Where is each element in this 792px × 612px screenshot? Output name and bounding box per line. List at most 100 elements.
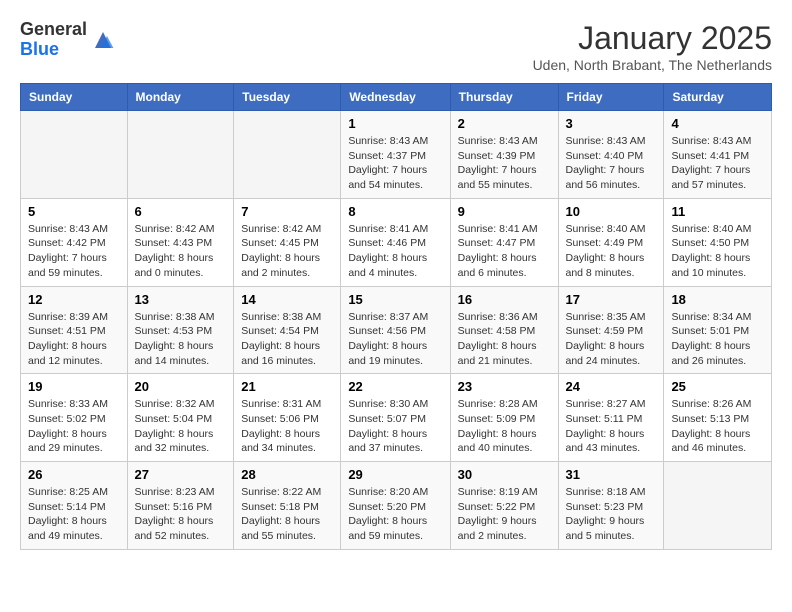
day-number: 17 bbox=[566, 292, 657, 307]
calendar-cell: 8 Sunrise: 8:41 AM Sunset: 4:46 PM Daylig… bbox=[341, 198, 450, 286]
day-info: Sunrise: 8:22 AM Sunset: 5:18 PM Dayligh… bbox=[241, 485, 333, 544]
calendar-cell: 17 Sunrise: 8:35 AM Sunset: 4:59 PM Dayli… bbox=[558, 286, 664, 374]
day-info: Sunrise: 8:26 AM Sunset: 5:13 PM Dayligh… bbox=[671, 397, 764, 456]
calendar-week-4: 19 Sunrise: 8:33 AM Sunset: 5:02 PM Dayli… bbox=[21, 374, 772, 462]
header-friday: Friday bbox=[558, 84, 664, 111]
day-info: Sunrise: 8:28 AM Sunset: 5:09 PM Dayligh… bbox=[458, 397, 551, 456]
calendar-cell: 11Sunrise: 8:40 AM Sunset: 4:50 PM Dayli… bbox=[664, 198, 772, 286]
calendar-cell: 20 Sunrise: 8:32 AM Sunset: 5:04 PM Dayli… bbox=[127, 374, 234, 462]
day-info: Sunrise: 8:19 AM Sunset: 5:22 PM Dayligh… bbox=[458, 485, 551, 544]
day-info: Sunrise: 8:27 AM Sunset: 5:11 PM Dayligh… bbox=[566, 397, 657, 456]
day-info: Sunrise: 8:39 AM Sunset: 4:51 PM Dayligh… bbox=[28, 310, 120, 369]
calendar-cell: 2 Sunrise: 8:43 AM Sunset: 4:39 PM Daylig… bbox=[450, 111, 558, 199]
day-number: 12 bbox=[28, 292, 120, 307]
day-number: 8 bbox=[348, 204, 442, 219]
header-wednesday: Wednesday bbox=[341, 84, 450, 111]
day-info: Sunrise: 8:42 AM Sunset: 4:45 PM Dayligh… bbox=[241, 222, 333, 281]
day-number: 14 bbox=[241, 292, 333, 307]
calendar-cell: 12 Sunrise: 8:39 AM Sunset: 4:51 PM Dayli… bbox=[21, 286, 128, 374]
day-number: 30 bbox=[458, 467, 551, 482]
calendar-cell: 25 Sunrise: 8:26 AM Sunset: 5:13 PM Dayli… bbox=[664, 374, 772, 462]
calendar-cell: 13Sunrise: 8:38 AM Sunset: 4:53 PM Dayli… bbox=[127, 286, 234, 374]
calendar-cell bbox=[234, 111, 341, 199]
calendar-cell bbox=[664, 462, 772, 550]
calendar-cell: 19 Sunrise: 8:33 AM Sunset: 5:02 PM Dayli… bbox=[21, 374, 128, 462]
day-number: 31 bbox=[566, 467, 657, 482]
day-info: Sunrise: 8:41 AM Sunset: 4:47 PM Dayligh… bbox=[458, 222, 551, 281]
day-number: 22 bbox=[348, 379, 442, 394]
calendar-cell: 29 Sunrise: 8:20 AM Sunset: 5:20 PM Dayli… bbox=[341, 462, 450, 550]
day-info: Sunrise: 8:41 AM Sunset: 4:46 PM Dayligh… bbox=[348, 222, 442, 281]
day-number: 23 bbox=[458, 379, 551, 394]
calendar-table: SundayMondayTuesdayWednesdayThursdayFrid… bbox=[20, 83, 772, 550]
day-number: 19 bbox=[28, 379, 120, 394]
calendar-cell: 22 Sunrise: 8:30 AM Sunset: 5:07 PM Dayli… bbox=[341, 374, 450, 462]
day-info: Sunrise: 8:38 AM Sunset: 4:54 PM Dayligh… bbox=[241, 310, 333, 369]
header-saturday: Saturday bbox=[664, 84, 772, 111]
day-info: Sunrise: 8:38 AM Sunset: 4:53 PM Dayligh… bbox=[135, 310, 227, 369]
day-number: 28 bbox=[241, 467, 333, 482]
calendar-cell: 15Sunrise: 8:37 AM Sunset: 4:56 PM Dayli… bbox=[341, 286, 450, 374]
calendar-cell: 18 Sunrise: 8:34 AM Sunset: 5:01 PM Dayli… bbox=[664, 286, 772, 374]
header-monday: Monday bbox=[127, 84, 234, 111]
calendar-week-5: 26Sunrise: 8:25 AM Sunset: 5:14 PM Dayli… bbox=[21, 462, 772, 550]
day-info: Sunrise: 8:32 AM Sunset: 5:04 PM Dayligh… bbox=[135, 397, 227, 456]
day-info: Sunrise: 8:43 AM Sunset: 4:37 PM Dayligh… bbox=[348, 134, 442, 193]
calendar-cell: 26Sunrise: 8:25 AM Sunset: 5:14 PM Dayli… bbox=[21, 462, 128, 550]
calendar-cell: 10Sunrise: 8:40 AM Sunset: 4:49 PM Dayli… bbox=[558, 198, 664, 286]
day-number: 18 bbox=[671, 292, 764, 307]
calendar-cell: 24Sunrise: 8:27 AM Sunset: 5:11 PM Dayli… bbox=[558, 374, 664, 462]
day-info: Sunrise: 8:23 AM Sunset: 5:16 PM Dayligh… bbox=[135, 485, 227, 544]
day-info: Sunrise: 8:42 AM Sunset: 4:43 PM Dayligh… bbox=[135, 222, 227, 281]
calendar-cell: 9 Sunrise: 8:41 AM Sunset: 4:47 PM Daylig… bbox=[450, 198, 558, 286]
day-info: Sunrise: 8:43 AM Sunset: 4:39 PM Dayligh… bbox=[458, 134, 551, 193]
day-number: 4 bbox=[671, 116, 764, 131]
location: Uden, North Brabant, The Netherlands bbox=[533, 57, 772, 73]
day-number: 11 bbox=[671, 204, 764, 219]
day-number: 9 bbox=[458, 204, 551, 219]
logo: General Blue bbox=[20, 20, 115, 60]
calendar-week-3: 12 Sunrise: 8:39 AM Sunset: 4:51 PM Dayli… bbox=[21, 286, 772, 374]
day-number: 20 bbox=[135, 379, 227, 394]
day-info: Sunrise: 8:30 AM Sunset: 5:07 PM Dayligh… bbox=[348, 397, 442, 456]
calendar-cell: 14 Sunrise: 8:38 AM Sunset: 4:54 PM Dayli… bbox=[234, 286, 341, 374]
day-info: Sunrise: 8:43 AM Sunset: 4:41 PM Dayligh… bbox=[671, 134, 764, 193]
day-info: Sunrise: 8:25 AM Sunset: 5:14 PM Dayligh… bbox=[28, 485, 120, 544]
day-info: Sunrise: 8:43 AM Sunset: 4:42 PM Dayligh… bbox=[28, 222, 120, 281]
calendar-cell: 23 Sunrise: 8:28 AM Sunset: 5:09 PM Dayli… bbox=[450, 374, 558, 462]
calendar-cell: 4 Sunrise: 8:43 AM Sunset: 4:41 PM Daylig… bbox=[664, 111, 772, 199]
logo-icon bbox=[91, 28, 115, 52]
day-info: Sunrise: 8:40 AM Sunset: 4:49 PM Dayligh… bbox=[566, 222, 657, 281]
day-number: 5 bbox=[28, 204, 120, 219]
calendar-cell: 21 Sunrise: 8:31 AM Sunset: 5:06 PM Dayli… bbox=[234, 374, 341, 462]
day-number: 27 bbox=[135, 467, 227, 482]
calendar-cell: 5 Sunrise: 8:43 AM Sunset: 4:42 PM Daylig… bbox=[21, 198, 128, 286]
day-info: Sunrise: 8:37 AM Sunset: 4:56 PM Dayligh… bbox=[348, 310, 442, 369]
calendar-cell: 1 Sunrise: 8:43 AM Sunset: 4:37 PM Daylig… bbox=[341, 111, 450, 199]
day-info: Sunrise: 8:20 AM Sunset: 5:20 PM Dayligh… bbox=[348, 485, 442, 544]
calendar-cell bbox=[127, 111, 234, 199]
header-tuesday: Tuesday bbox=[234, 84, 341, 111]
month-title: January 2025 bbox=[533, 20, 772, 57]
day-number: 7 bbox=[241, 204, 333, 219]
day-info: Sunrise: 8:33 AM Sunset: 5:02 PM Dayligh… bbox=[28, 397, 120, 456]
header-thursday: Thursday bbox=[450, 84, 558, 111]
day-info: Sunrise: 8:35 AM Sunset: 4:59 PM Dayligh… bbox=[566, 310, 657, 369]
day-number: 21 bbox=[241, 379, 333, 394]
day-number: 16 bbox=[458, 292, 551, 307]
page-header: General Blue January 2025 Uden, North Br… bbox=[20, 20, 772, 73]
calendar-cell: 31Sunrise: 8:18 AM Sunset: 5:23 PM Dayli… bbox=[558, 462, 664, 550]
day-number: 6 bbox=[135, 204, 227, 219]
day-info: Sunrise: 8:31 AM Sunset: 5:06 PM Dayligh… bbox=[241, 397, 333, 456]
day-info: Sunrise: 8:34 AM Sunset: 5:01 PM Dayligh… bbox=[671, 310, 764, 369]
day-number: 1 bbox=[348, 116, 442, 131]
day-info: Sunrise: 8:43 AM Sunset: 4:40 PM Dayligh… bbox=[566, 134, 657, 193]
calendar-cell: 27 Sunrise: 8:23 AM Sunset: 5:16 PM Dayli… bbox=[127, 462, 234, 550]
day-number: 2 bbox=[458, 116, 551, 131]
day-number: 29 bbox=[348, 467, 442, 482]
header-sunday: Sunday bbox=[21, 84, 128, 111]
calendar-cell: 16 Sunrise: 8:36 AM Sunset: 4:58 PM Dayli… bbox=[450, 286, 558, 374]
calendar-cell: 3Sunrise: 8:43 AM Sunset: 4:40 PM Daylig… bbox=[558, 111, 664, 199]
day-info: Sunrise: 8:36 AM Sunset: 4:58 PM Dayligh… bbox=[458, 310, 551, 369]
day-number: 25 bbox=[671, 379, 764, 394]
